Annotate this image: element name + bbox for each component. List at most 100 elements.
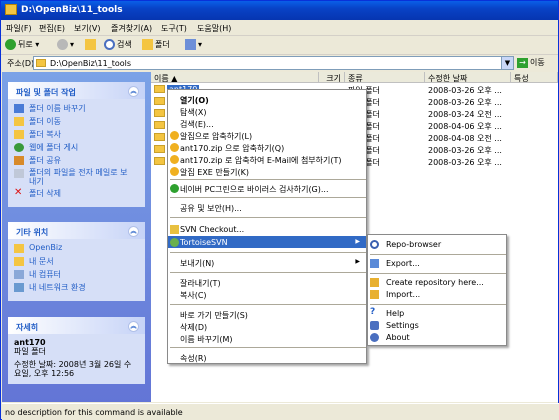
row-date: 2008-03-24 오전 ... — [428, 110, 502, 119]
task-move[interactable]: 폴더 이동 — [14, 116, 141, 129]
export-icon — [370, 259, 379, 268]
menu-item-zip-compress[interactable]: ant170.zip 으로 압축하기(Q) — [168, 141, 366, 153]
chevron-down-icon[interactable]: ▼ — [501, 57, 513, 69]
menu-item-properties[interactable]: 속성(R) — [168, 351, 366, 363]
folders-button[interactable]: 폴더 — [142, 39, 170, 50]
menu-separator — [170, 252, 366, 253]
menu-item-rename[interactable]: 이름 바꾸기(M) — [168, 332, 366, 344]
rename-icon — [14, 104, 24, 113]
menu-item-copy[interactable]: 복사(C) — [168, 288, 366, 300]
folder-icon — [154, 97, 165, 105]
computer-icon — [14, 270, 24, 279]
menu-help[interactable]: 도움말(H) — [197, 23, 231, 34]
forward-button[interactable]: ▾ — [57, 39, 74, 50]
column-type[interactable]: 종류 — [345, 72, 425, 83]
menu-item-virus-scan[interactable]: 네이버 PC그린으로 바이러스 검사하기(G)... — [168, 182, 366, 194]
menu-item-export[interactable]: Export... — [368, 257, 506, 269]
task-pane: 파일 및 폴더 작업 ︽ 폴더 이름 바꾸기 폴더 이동 폴더 복사 웹에 폴더… — [2, 72, 151, 402]
panel-header[interactable]: 자세히 ︽ — [8, 317, 145, 334]
menu-item-search[interactable]: 검색(E)... — [168, 117, 366, 129]
row-date: 2008-04-06 오후 ... — [428, 122, 502, 131]
collapse-icon[interactable]: ︽ — [128, 226, 139, 237]
menu-item-alzip-compress[interactable]: 알집으로 압축하기(L) — [168, 129, 366, 141]
menu-item-delete[interactable]: 삭제(D) — [168, 320, 366, 332]
menu-item-cut[interactable]: 잘라내기(T) — [168, 276, 366, 288]
menu-edit[interactable]: 편집(E) — [39, 23, 65, 34]
menu-item-import[interactable]: Import... — [368, 288, 506, 300]
context-menu: 열기(O) 탐색(X) 검색(E)... 알집으로 압축하기(L) ant170… — [167, 89, 367, 364]
task-publish-web[interactable]: 웹에 폴더 게시 — [14, 142, 141, 155]
menu-item-settings[interactable]: Settings — [368, 319, 506, 331]
email-icon — [14, 169, 24, 178]
panel-header[interactable]: 기타 위치 ︽ — [8, 222, 145, 239]
window-title: D:\OpenBiz\11_tools — [21, 5, 123, 15]
menu-item-sharing[interactable]: 공유 및 보안(H)... — [168, 201, 366, 213]
title-bar[interactable]: D:\OpenBiz\11_tools — [1, 1, 558, 20]
file-folder-tasks-panel: 파일 및 폴더 작업 ︽ 폴더 이름 바꾸기 폴더 이동 폴더 복사 웹에 폴더… — [8, 82, 145, 207]
menu-item-svn-checkout[interactable]: SVN Checkout... — [168, 223, 366, 235]
menu-item-create-shortcut[interactable]: 바로 가기 만들기(S) — [168, 308, 366, 320]
alzip-icon — [170, 131, 179, 140]
menu-item-tortoisesvn[interactable]: TortoiseSVN ▶ — [168, 236, 366, 248]
menu-tools[interactable]: 도구(T) — [161, 23, 187, 34]
up-folder-icon — [85, 39, 96, 50]
panel-header[interactable]: 파일 및 폴더 작업 ︽ — [8, 82, 145, 99]
documents-icon — [14, 257, 24, 266]
folder-icon — [154, 157, 165, 165]
pcgreen-icon — [170, 184, 179, 193]
views-button[interactable]: ▾ — [185, 39, 202, 50]
import-icon — [370, 290, 379, 299]
other-places-panel: 기타 위치 ︽ OpenBiz 내 문서 내 컴퓨터 내 네트워크 환경 — [8, 222, 145, 301]
menu-favorites[interactable]: 즐겨찾기(A) — [111, 23, 152, 34]
status-bar: no description for this command is avail… — [2, 403, 559, 420]
menu-item-create-repository[interactable]: Create repository here... — [368, 276, 506, 288]
collapse-icon[interactable]: ︽ — [128, 86, 139, 97]
folder-icon — [14, 244, 24, 253]
place-my-documents[interactable]: 내 문서 — [14, 256, 141, 269]
task-share[interactable]: 폴더 공유 — [14, 155, 141, 168]
menu-view[interactable]: 보기(V) — [74, 23, 100, 34]
place-openbiz[interactable]: OpenBiz — [14, 243, 141, 256]
task-copy[interactable]: 폴더 복사 — [14, 129, 141, 142]
row-date: 2008-03-26 오후 ... — [428, 98, 502, 107]
place-network[interactable]: 내 네트워크 환경 — [14, 282, 141, 295]
menu-separator — [170, 217, 366, 218]
menu-item-open[interactable]: 열기(O) — [168, 93, 366, 105]
menu-separator — [370, 273, 506, 274]
row-date: 2008-03-26 오후 ... — [428, 158, 502, 167]
go-button[interactable]: → 이동 — [517, 57, 545, 68]
menu-item-help[interactable]: ? Help — [368, 307, 506, 319]
task-email[interactable]: 폴더의 파일을 전자 메일로 보내기 — [14, 168, 134, 188]
repo-browser-icon — [370, 240, 379, 249]
settings-icon — [370, 321, 379, 330]
search-button[interactable]: 검색 — [104, 39, 132, 50]
back-button[interactable]: 뒤로 ▾ — [5, 39, 39, 50]
address-input[interactable]: D:\OpenBiz\11_tools ▼ — [33, 56, 514, 70]
up-folder-button[interactable] — [85, 39, 98, 50]
menu-file[interactable]: 파일(F) — [6, 23, 32, 34]
folder-icon — [154, 85, 165, 93]
place-my-computer[interactable]: 내 컴퓨터 — [14, 269, 141, 282]
menu-separator — [170, 179, 366, 180]
address-label: 주소(D) — [7, 59, 35, 68]
menu-item-alzip-exe[interactable]: 알집 EXE 만들기(K) — [168, 165, 366, 177]
task-delete[interactable]: ✕ 폴더 삭제 — [14, 187, 141, 201]
menu-item-repo-browser[interactable]: Repo-browser — [368, 238, 506, 250]
folder-icon — [5, 4, 17, 15]
column-size[interactable]: 크기 — [319, 72, 345, 83]
menu-item-send-to[interactable]: 보내기(N) ▶ — [168, 256, 366, 268]
column-modified[interactable]: 수정한 날짜 — [425, 72, 511, 83]
row-date: 2008-03-26 오후 ... — [428, 146, 502, 155]
menu-item-about[interactable]: About — [368, 331, 506, 343]
go-arrow-icon: → — [517, 58, 528, 68]
menu-item-explore[interactable]: 탐색(X) — [168, 105, 366, 117]
menu-separator — [170, 197, 366, 198]
menu-separator — [170, 304, 366, 305]
collapse-icon[interactable]: ︽ — [128, 321, 139, 332]
task-rename[interactable]: 폴더 이름 바꾸기 — [14, 103, 141, 116]
alzip-icon — [170, 167, 179, 176]
menu-item-zip-email[interactable]: ant170.zip 로 압축하여 E-Mail에 첨부하기(T) — [168, 153, 366, 165]
column-name[interactable]: 이름 ▲ — [151, 72, 319, 83]
tortoisesvn-submenu: Repo-browser Export... Create repository… — [367, 234, 507, 346]
column-attributes[interactable]: 특성 — [511, 72, 558, 83]
